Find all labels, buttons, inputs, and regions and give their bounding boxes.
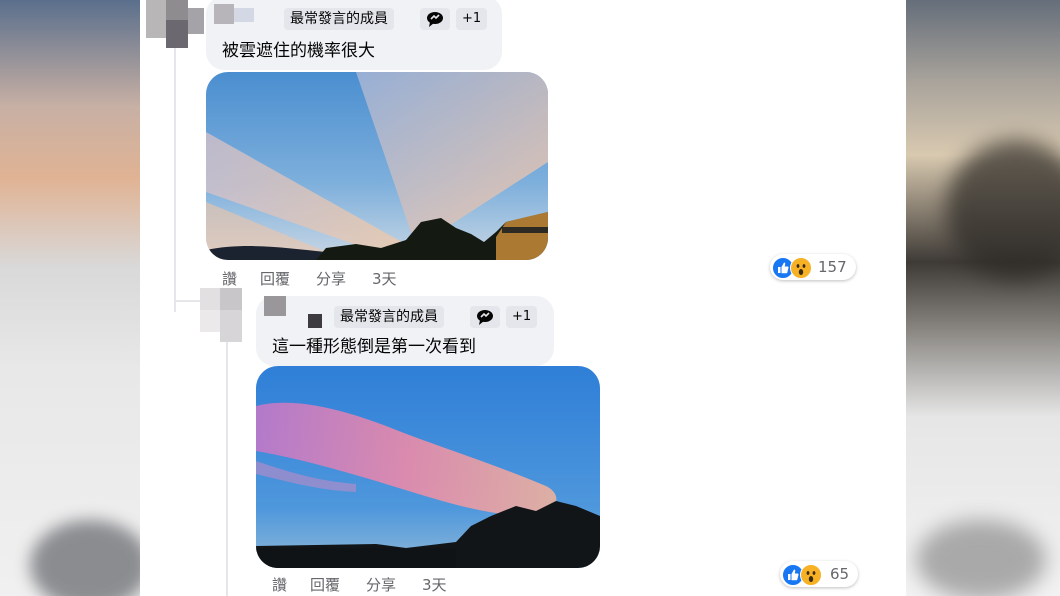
- comment-bubble: 最常發言的成員 +1 這一種形態倒是第一次看到: [256, 296, 554, 366]
- extra-badges-count[interactable]: +1: [456, 8, 488, 30]
- comment-actions: 讚 回覆 分享 3天: [272, 574, 472, 594]
- avatar[interactable]: [146, 0, 204, 48]
- avatar[interactable]: [200, 288, 258, 342]
- comment-actions: 讚 回覆 分享 3天: [222, 268, 422, 288]
- reaction-summary[interactable]: 157: [770, 254, 856, 280]
- comment-photo[interactable]: [256, 366, 600, 568]
- timestamp[interactable]: 3天: [422, 574, 447, 595]
- comment-photo[interactable]: [206, 72, 548, 260]
- top-contributor-badge[interactable]: 最常發言的成員: [334, 306, 444, 328]
- extra-badges-count[interactable]: +1: [506, 306, 538, 328]
- top-contributor-badge[interactable]: 最常發言的成員: [284, 8, 394, 30]
- like-link[interactable]: 讚: [272, 574, 287, 595]
- comment-thread-panel: 最常發言的成員 +1 被雲遮住的機率很大 讚 回覆 分享 3天 157 最常發言…: [140, 0, 906, 596]
- timestamp[interactable]: 3天: [372, 268, 397, 289]
- author-name[interactable]: [214, 4, 254, 26]
- reaction-count: 65: [830, 565, 850, 583]
- comment-bubble: 最常發言的成員 +1 被雲遮住的機率很大: [206, 0, 502, 70]
- reply-link[interactable]: 回覆: [260, 268, 290, 289]
- thread-line: [226, 340, 228, 596]
- share-link[interactable]: 分享: [366, 574, 396, 595]
- blurred-background-left: [0, 0, 140, 596]
- wow-icon: [790, 257, 812, 279]
- comment-text: 這一種形態倒是第一次看到: [272, 337, 476, 357]
- reply-link[interactable]: 回覆: [310, 574, 340, 595]
- wow-icon: [800, 564, 822, 586]
- reaction-count: 157: [818, 258, 847, 276]
- share-link[interactable]: 分享: [316, 268, 346, 289]
- thread-line: [174, 48, 176, 312]
- author-name[interactable]: [264, 296, 326, 332]
- speech-bubble-icon: [470, 306, 500, 328]
- blurred-background-right: [906, 0, 1060, 596]
- reaction-summary[interactable]: 65: [780, 561, 858, 587]
- speech-bubble-icon: [420, 8, 450, 30]
- comment-text: 被雲遮住的機率很大: [222, 41, 375, 61]
- like-link[interactable]: 讚: [222, 268, 237, 289]
